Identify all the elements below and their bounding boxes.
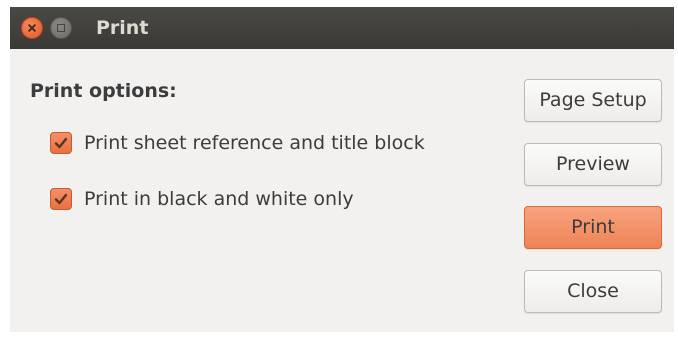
window-title: Print	[96, 17, 149, 39]
close-button[interactable]: Close	[524, 270, 662, 313]
option-label: Print in black and white only	[84, 188, 354, 210]
print-options-heading: Print options:	[30, 80, 177, 102]
option-label: Print sheet reference and title block	[84, 132, 425, 154]
print-dialog: Print Print options: Print sheet referen…	[10, 7, 674, 332]
checkmark-icon	[54, 193, 68, 205]
page-setup-button[interactable]: Page Setup	[524, 79, 662, 122]
checkmark-icon	[54, 137, 68, 149]
checkbox-print-sheet-reference[interactable]	[50, 132, 72, 154]
option-print-sheet-reference[interactable]: Print sheet reference and title block	[50, 130, 425, 156]
checkbox-black-and-white[interactable]	[50, 188, 72, 210]
titlebar: Print	[10, 7, 674, 49]
print-button[interactable]: Print	[524, 206, 662, 249]
preview-button[interactable]: Preview	[524, 143, 662, 186]
option-black-and-white[interactable]: Print in black and white only	[50, 186, 354, 212]
close-icon[interactable]	[21, 17, 43, 39]
minimize-icon[interactable]	[50, 17, 72, 39]
